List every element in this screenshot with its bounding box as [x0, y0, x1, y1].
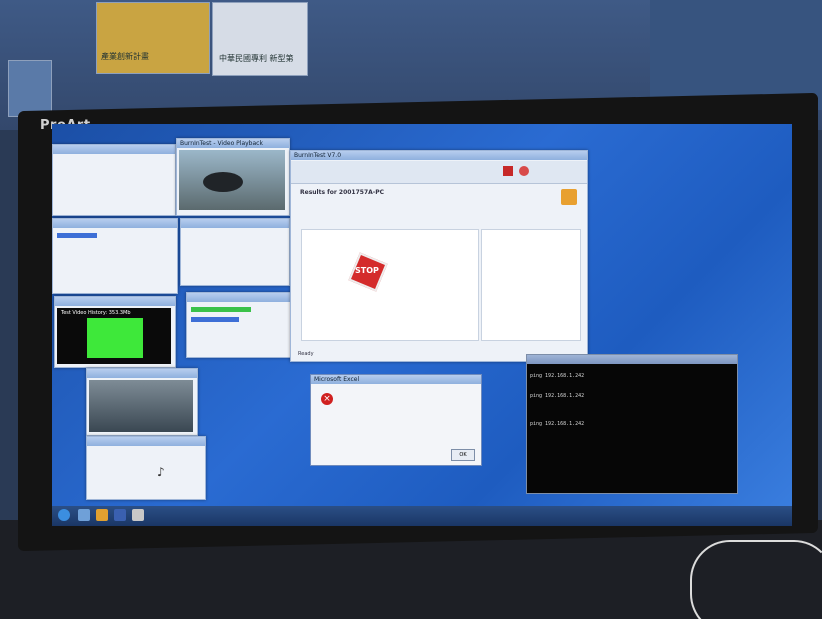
memory-progress	[57, 233, 97, 238]
test-results-list[interactable]	[301, 229, 479, 341]
monitor-screen: BurnInTest - Video Playback Test Video H…	[52, 124, 792, 526]
3d-test-titlebar[interactable]	[87, 369, 197, 378]
poster-right-text: 中華民國專利 新型第	[219, 54, 294, 63]
3d-test-window[interactable]	[86, 368, 198, 436]
memory-window-titlebar[interactable]	[53, 219, 177, 228]
error-dialog-title[interactable]: Microsoft Excel	[311, 375, 481, 384]
poster-blue	[8, 60, 52, 117]
3d-scene	[89, 380, 193, 432]
results-badge-icon	[561, 189, 577, 205]
cmd-line-3: ping 192.168.1.242	[530, 421, 585, 427]
burnin-toolbar[interactable]	[291, 161, 587, 184]
error-icon: ×	[321, 393, 333, 405]
sound-window-titlebar[interactable]	[87, 437, 205, 446]
disk-graph-titlebar[interactable]	[187, 293, 291, 302]
test-video-canvas: Test Video History: 353.3Mb	[57, 308, 171, 364]
burnin-main-title[interactable]: BurnInTest V7.0	[291, 151, 587, 160]
dialog-ok-button[interactable]: OK	[451, 449, 475, 461]
burnin-main-window[interactable]: BurnInTest V7.0 Results for 2001757A-PC …	[290, 150, 588, 362]
sound-window[interactable]: ♪	[86, 436, 206, 500]
cable	[690, 540, 822, 619]
disk-window-titlebar[interactable]	[181, 219, 289, 228]
poster-left-text: 產業創新計畫	[101, 52, 149, 61]
stats-window[interactable]	[52, 144, 176, 216]
memory-window[interactable]	[52, 218, 178, 294]
video-frame	[179, 150, 285, 210]
stop-toolbar-icon[interactable]	[503, 166, 513, 176]
stats-window-body	[53, 154, 175, 165]
test-video-titlebar[interactable]	[55, 297, 175, 306]
results-title: Results for 2001757A-PC	[300, 189, 385, 196]
taskbar-media-icon[interactable]	[114, 509, 126, 521]
command-prompt-window[interactable]: ping 192.168.1.242 ping 192.168.1.242 pi…	[526, 354, 738, 494]
taskbar-app-icon[interactable]	[78, 509, 90, 521]
test-video-label: Test Video History: 353.3Mb	[61, 310, 131, 316]
disk-progress-1	[191, 307, 251, 312]
taskbar-folder-icon[interactable]	[96, 509, 108, 521]
test-video-window[interactable]: Test Video History: 353.3Mb	[54, 296, 176, 368]
green-test-pattern	[87, 318, 143, 358]
status-bar: Ready	[298, 351, 314, 357]
disk-progress-2	[191, 317, 239, 322]
photo-scene: 產業創新計畫 中華民國專利 新型第 ProArt ASUS BurnInTest…	[0, 0, 822, 619]
seal-image	[203, 172, 243, 192]
error-dialog[interactable]: Microsoft Excel × OK	[310, 374, 482, 466]
stats-window-titlebar[interactable]	[53, 145, 175, 154]
disk-window[interactable]	[180, 218, 290, 286]
record-toolbar-icon[interactable]	[519, 166, 529, 176]
stop-label: STOP	[355, 266, 379, 275]
taskbar-app2-icon[interactable]	[132, 509, 144, 521]
taskbar[interactable]	[52, 506, 792, 526]
start-orb-icon[interactable]	[58, 509, 70, 521]
video-playback-title[interactable]: BurnInTest - Video Playback	[177, 139, 289, 148]
cmd-line-2: ping 192.168.1.242	[530, 393, 585, 399]
poster-yellow: 產業創新計畫	[96, 2, 210, 74]
poster-certificate: 中華民國專利 新型第	[212, 2, 308, 76]
speaker-icon: ♪	[157, 465, 165, 479]
disk-graph-window[interactable]	[186, 292, 292, 358]
video-playback-window[interactable]: BurnInTest - Video Playback	[176, 138, 290, 216]
cmd-line-1: ping 192.168.1.242	[530, 373, 585, 379]
command-prompt-titlebar[interactable]	[527, 355, 737, 364]
test-results-details[interactable]	[481, 229, 581, 341]
